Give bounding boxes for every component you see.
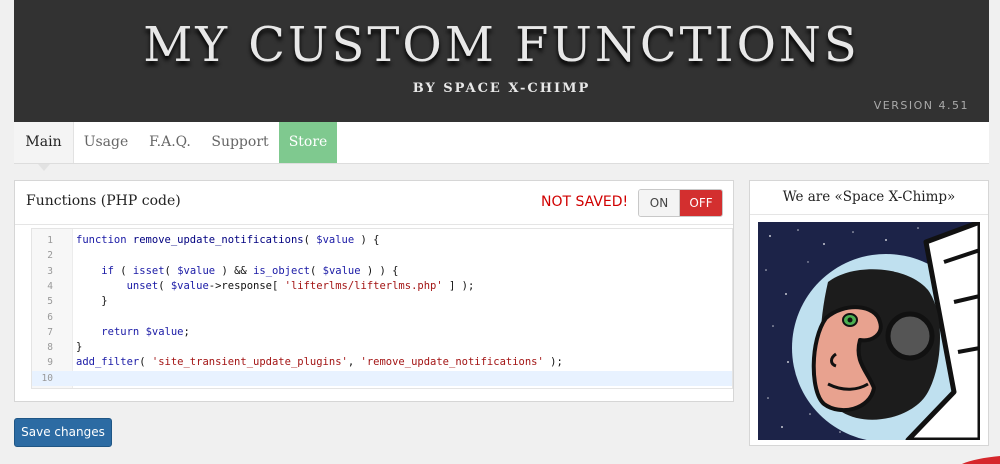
not-saved-status: NOT SAVED! [541,194,629,210]
code-line[interactable]: 4 unset( $value->response[ 'lifterlms/li… [32,279,732,294]
on-off-toggle[interactable]: ON OFF [638,189,723,217]
plugin-subtitle: BY SPACE X-CHIMP [412,81,591,96]
tab-bar: Main Usage F.A.Q. Support Store [14,122,989,171]
line-number: 3 [47,265,53,277]
header-banner: MY CUSTOM FUNCTIONS BY SPACE X-CHIMP VER… [14,0,989,122]
code-text: function remove_update_notifications( $v… [76,234,380,246]
tab-main-label: Main [25,134,62,150]
code-text: if ( isset( $value ) && is_object( $valu… [101,264,399,277]
divider [750,214,988,215]
corner-shape-icon [962,456,1000,464]
code-line[interactable]: 7 return $value; [32,325,732,340]
save-changes-button[interactable]: Save changes [14,418,112,447]
line-number: 4 [47,280,53,292]
panel-title: Functions (PHP code) [26,193,181,209]
panel-header: Functions (PHP code) NOT SAVED! ON OFF [15,181,733,225]
corner-decoration [956,452,1000,464]
space-chimp-logo [758,222,980,440]
line-number: 7 [47,326,53,338]
code-line[interactable]: 6 [32,310,732,325]
line-number: 1 [47,235,53,246]
version-label: VERSION 4.51 [873,99,969,112]
plugin-title: MY CUSTOM FUNCTIONS [143,17,860,73]
line-number: 5 [47,296,53,308]
code-text: unset( $value->response[ 'lifterlms/lift… [126,279,475,292]
code-line[interactable]: 8} [32,340,732,355]
functions-panel: Functions (PHP code) NOT SAVED! ON OFF 1… [14,180,734,402]
tab-main[interactable]: Main [14,122,74,171]
code-text: } [76,341,83,354]
line-number: 2 [47,250,53,262]
code-line[interactable]: 2 [32,248,732,263]
code-line[interactable]: 10 [32,370,732,386]
sidebar-panel: We are «Space X-Chimp» [749,180,989,446]
tab-support[interactable]: Support [206,122,274,163]
code-line[interactable]: 3 if ( isset( $value ) && is_object( $va… [32,264,732,279]
line-number: 8 [47,342,53,354]
sidebar-title: We are «Space X-Chimp» [782,189,956,205]
code-line[interactable]: 5 } [32,294,732,309]
chimp-astronaut-icon [758,222,980,440]
tab-faq[interactable]: F.A.Q. [142,122,198,163]
code-editor[interactable]: 1 function remove_update_notifications( $… [31,228,733,389]
active-tab-indicator [38,164,50,171]
tab-store[interactable]: Store [279,122,337,163]
code-line[interactable]: 1 function remove_update_notifications( $… [32,233,732,248]
line-number: 10 [41,372,53,384]
code-text: return $value; [101,325,190,338]
tab-usage[interactable]: Usage [76,122,136,163]
code-text: } [76,295,108,308]
line-number: 6 [47,311,53,323]
toggle-on-button[interactable]: ON [639,190,680,216]
line-number: 9 [47,357,53,369]
code-text: add_filter( 'site_transient_update_plugi… [76,356,563,369]
code-line[interactable]: 9 add_filter( 'site_transient_update_plug… [32,355,732,370]
toggle-off-button[interactable]: OFF [680,190,722,216]
